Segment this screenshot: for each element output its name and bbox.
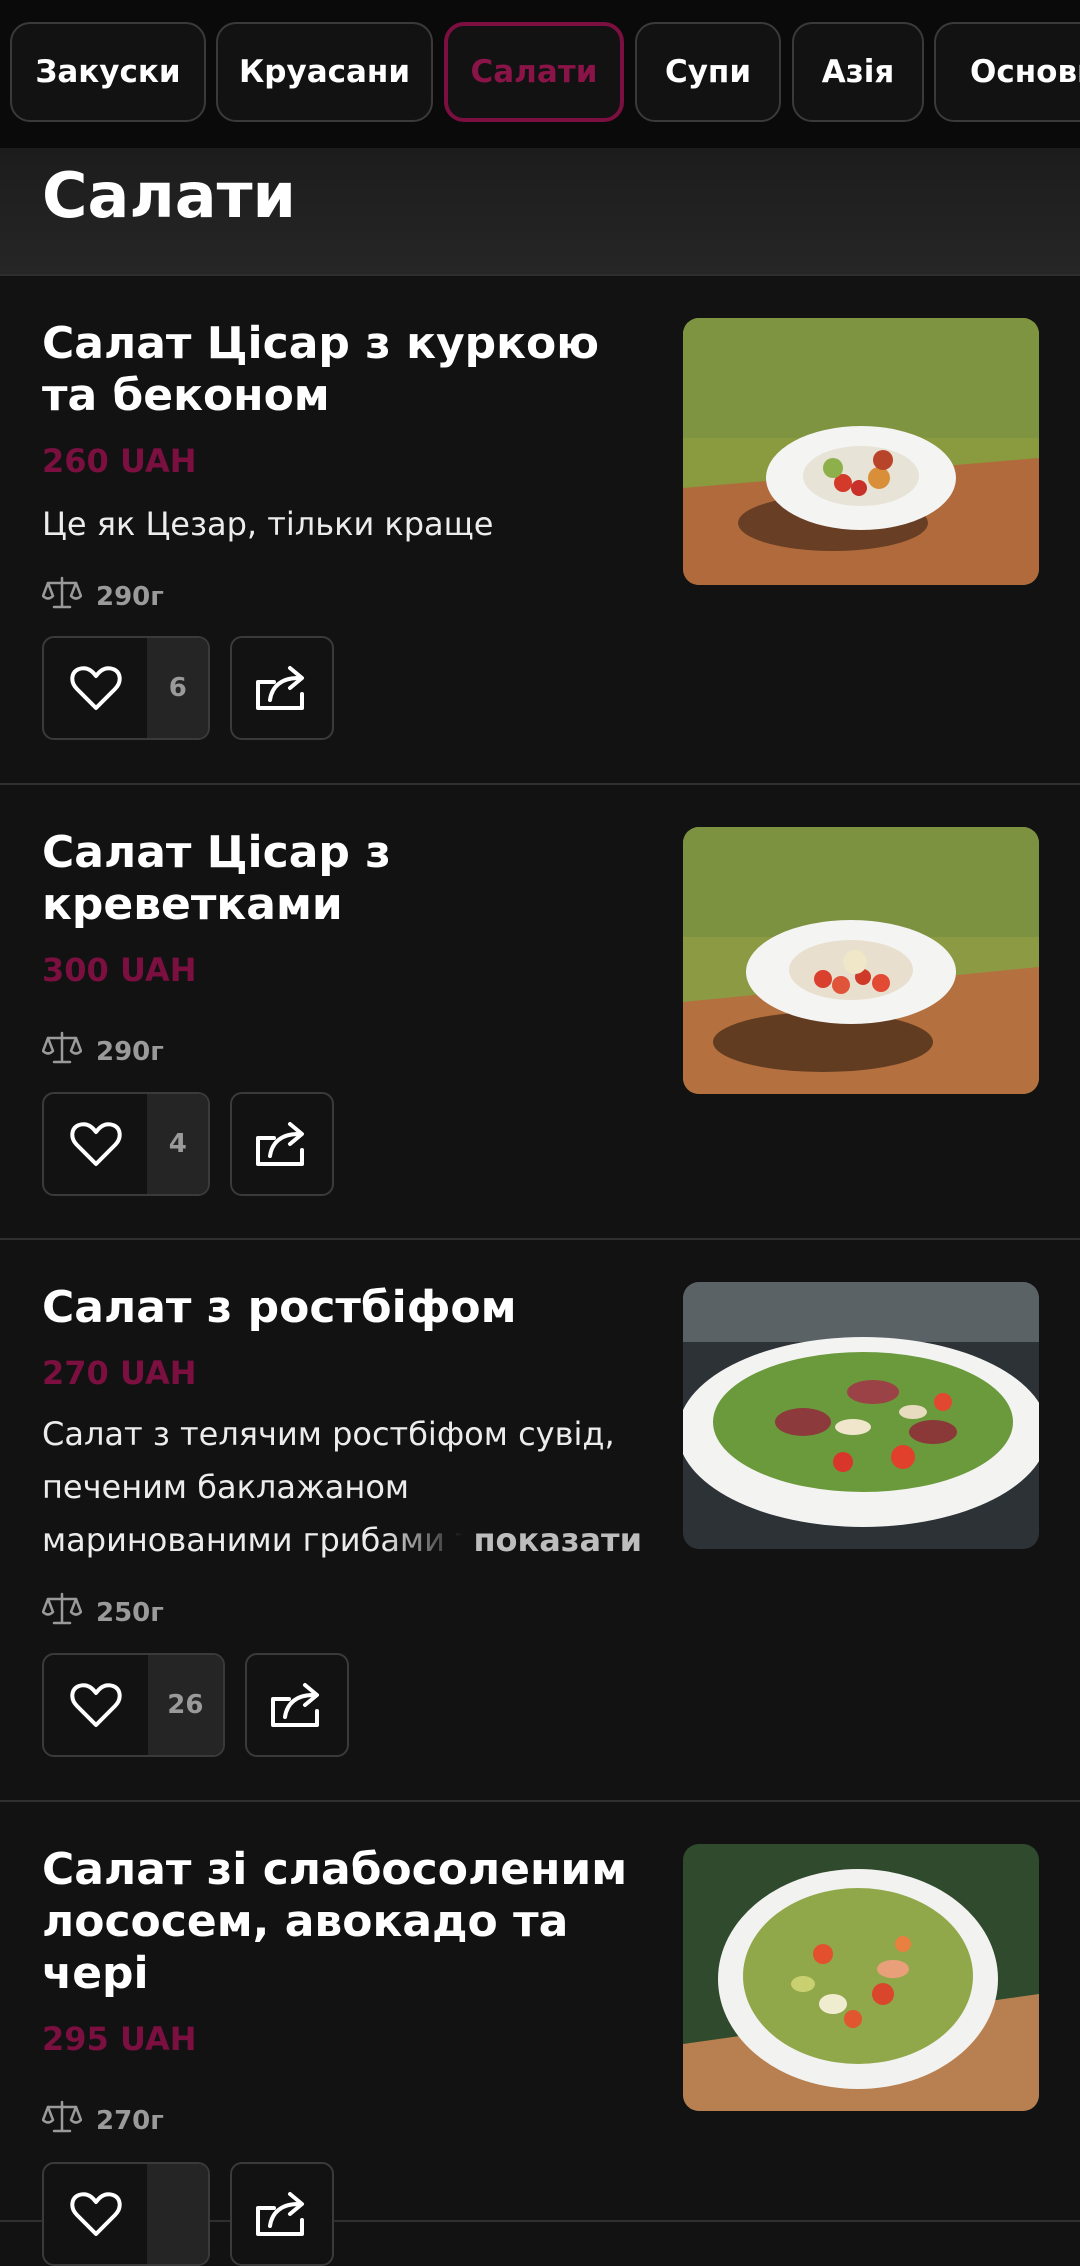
tab-osnovni[interactable]: Основн [934,22,1080,122]
item-description: Салат з телячим ростбіфом сувід, печеним… [42,1408,642,1567]
tab-salaty[interactable]: Салати [444,22,624,122]
share-icon [254,660,310,716]
share-button[interactable] [245,1653,349,1757]
like-button[interactable]: 4 [42,1092,210,1196]
share-icon [269,1677,325,1733]
item-name: Салат Цісар з креветками [42,827,391,930]
tab-supy[interactable]: Супи [635,22,781,122]
like-button[interactable]: 6 [42,636,210,740]
like-button[interactable]: 26 [42,1653,225,1757]
item-price: 260 UAH [42,442,197,480]
item-name: Салат Цісар з куркою та беконом [42,318,600,421]
item-price: 295 UAH [42,2020,197,2058]
item-weight: 270г [41,2100,164,2141]
item-photo[interactable] [683,318,1039,585]
item-photo[interactable] [683,1844,1039,2111]
tab-kruasany[interactable]: Круасани [216,22,433,122]
heart-icon [44,1094,147,1194]
like-button[interactable] [42,2162,210,2266]
weight-value: 250г [96,1597,164,1628]
like-count: 26 [147,1655,223,1755]
item-weight: 290г [41,1031,164,1072]
like-count: 6 [147,638,208,738]
item-price: 270 UAH [42,1354,197,1392]
tab-aziia[interactable]: Азія [792,22,924,122]
item-photo[interactable] [683,827,1039,1094]
scale-icon [41,1031,83,1072]
scale-icon [41,2100,83,2141]
weight-value: 270г [96,2105,164,2136]
weight-value: 290г [96,1036,164,1067]
section-title: Салати [42,159,296,232]
heart-icon [44,638,147,738]
tab-zakusky[interactable]: Закуски [10,22,206,122]
menu-item[interactable]: Салат Цісар з куркою та беконом 260 UAH … [0,276,1080,785]
share-button[interactable] [230,636,334,740]
share-button[interactable] [230,2162,334,2266]
section-header: Салати [0,148,1080,276]
share-icon [254,2186,310,2242]
weight-value: 290г [96,581,164,612]
item-weight: 250г [41,1592,164,1633]
menu-item[interactable]: Салат з ростбіфом 270 UAH Салат з телячи… [0,1240,1080,1802]
like-count: 4 [147,1094,208,1194]
scale-icon [41,1592,83,1633]
category-tabs: Закуски Круасани Салати Супи Азія Основн [0,0,1080,148]
like-count [147,2164,208,2264]
item-photo[interactable] [683,1282,1039,1549]
item-weight: 290г [41,576,164,617]
item-name: Салат зі слабосоленим лососем, авокадо т… [42,1844,628,1999]
menu-item[interactable]: Салат зі слабосоленим лососем, авокадо т… [0,1802,1080,2266]
item-description: Це як Цезар, тільки краще [42,505,494,543]
item-price: 300 UAH [42,951,197,989]
share-icon [254,1116,310,1172]
heart-icon [44,1655,148,1755]
menu-item[interactable]: Салат Цісар з креветками 300 UAH 290г 4 [0,785,1080,1240]
share-button[interactable] [230,1092,334,1196]
show-more-link[interactable]: показати [383,1514,642,1567]
heart-icon [44,2164,147,2264]
item-name: Салат з ростбіфом [42,1282,517,1333]
scale-icon [41,576,83,617]
